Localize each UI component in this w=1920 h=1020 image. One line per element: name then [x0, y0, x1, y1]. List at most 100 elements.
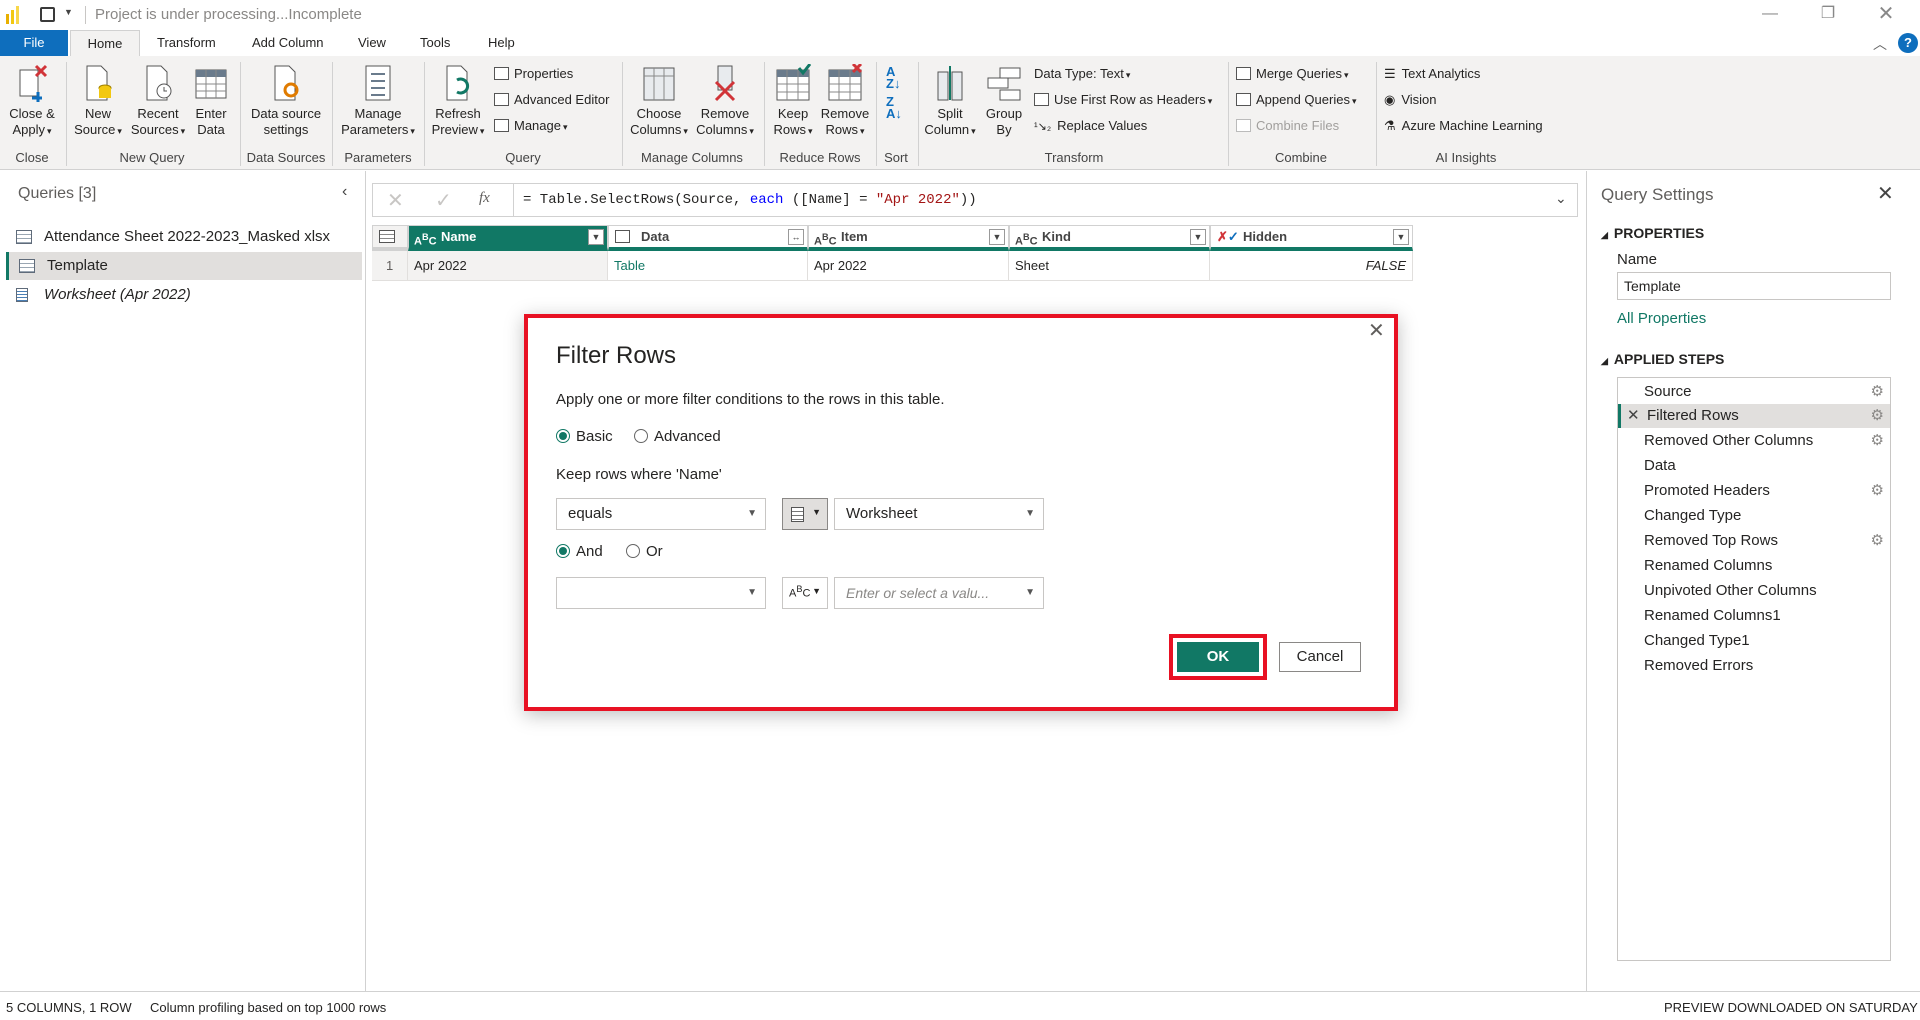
filter-dropdown-icon[interactable]: ▼ — [588, 229, 604, 245]
properties-section-header[interactable]: ◢ PROPERTIES — [1601, 225, 1704, 241]
operator-dropdown-2[interactable]: ▼ — [556, 577, 766, 609]
column-header-data[interactable]: Data ↔ — [608, 225, 808, 251]
status-profiling[interactable]: Column profiling based on top 1000 rows — [150, 1000, 386, 1015]
advanced-radio[interactable]: Advanced — [634, 428, 721, 445]
save-icon[interactable] — [40, 7, 55, 22]
table-menu-button[interactable] — [372, 225, 408, 251]
minimize-icon[interactable]: — — [1760, 4, 1780, 24]
gear-icon[interactable]: ⚙ — [1871, 429, 1884, 453]
applied-step[interactable]: Source ⚙ — [1618, 380, 1890, 404]
applied-step[interactable]: Changed Type — [1618, 504, 1890, 528]
applied-step[interactable]: Renamed Columns1 — [1618, 604, 1890, 628]
new-source-button[interactable]: New Source ▾ — [70, 64, 126, 139]
tab-tools[interactable]: Tools — [410, 30, 460, 56]
applied-step[interactable]: Removed Errors — [1618, 654, 1890, 678]
tab-view[interactable]: View — [348, 30, 396, 56]
quick-access-dropdown-icon[interactable]: ▼ — [64, 7, 73, 17]
table-cell[interactable]: Apr 2022 — [408, 251, 608, 281]
applied-step[interactable]: Data — [1618, 454, 1890, 478]
confirm-formula-icon[interactable]: ✓ — [435, 188, 452, 213]
collapse-ribbon-icon[interactable]: ︿ — [1873, 34, 1887, 54]
group-by-button[interactable]: Group By — [980, 64, 1028, 138]
all-properties-link[interactable]: All Properties — [1617, 310, 1706, 327]
applied-step[interactable]: Removed Top Rows ⚙ — [1618, 529, 1890, 553]
basic-radio[interactable]: Basic — [556, 428, 613, 445]
expand-column-icon[interactable]: ↔ — [788, 229, 804, 245]
choose-columns-button[interactable]: Choose Columns ▾ — [626, 64, 692, 139]
merge-queries-button[interactable]: Merge Queries ▾ — [1236, 64, 1349, 84]
append-queries-button[interactable]: Append Queries ▾ — [1236, 90, 1356, 110]
gear-icon[interactable]: ⚙ — [1871, 404, 1884, 428]
value-input-2[interactable]: Enter or select a valu... ▼ — [834, 577, 1044, 609]
help-icon[interactable]: ? — [1898, 33, 1918, 53]
text-analytics-button[interactable]: ☰ Text Analytics — [1384, 64, 1480, 84]
recent-sources-button[interactable]: Recent Sources ▾ — [128, 64, 188, 139]
value-type-dropdown-1[interactable]: ▼ — [782, 498, 828, 530]
close-apply-button[interactable]: Close & Apply ▾ — [4, 64, 60, 139]
column-dropdown-icon[interactable]: ▼ — [1190, 229, 1206, 245]
value-dropdown-1[interactable]: Worksheet ▼ — [834, 498, 1044, 530]
column-header-kind[interactable]: ABC Kind ▼ — [1009, 225, 1210, 251]
query-item[interactable]: Attendance Sheet 2022-2023_Masked xlsx — [6, 223, 362, 251]
tab-file[interactable]: File — [0, 30, 68, 56]
applied-step-selected[interactable]: ✕ Filtered Rows ⚙ — [1618, 404, 1890, 428]
enter-data-button[interactable]: Enter Data — [188, 64, 234, 138]
fx-icon[interactable]: fx — [479, 190, 490, 207]
tab-add-column[interactable]: Add Column — [242, 30, 334, 56]
table-cell[interactable]: FALSE — [1210, 251, 1413, 281]
applied-step[interactable]: Renamed Columns — [1618, 554, 1890, 578]
keep-rows-button[interactable]: Keep Rows ▾ — [768, 64, 818, 139]
tab-transform[interactable]: Transform — [147, 30, 226, 56]
manage-button[interactable]: Manage ▾ — [494, 116, 568, 136]
remove-rows-button[interactable]: Remove Rows ▾ — [818, 64, 872, 139]
table-cell[interactable]: Sheet — [1009, 251, 1210, 281]
operator-dropdown-1[interactable]: equals ▼ — [556, 498, 766, 530]
formula-text[interactable]: = Table.SelectRows(Source, each ([Name] … — [523, 192, 977, 208]
replace-values-button[interactable]: ¹↘₂ Replace Values — [1034, 116, 1147, 136]
tab-help[interactable]: Help — [478, 30, 525, 56]
query-item[interactable]: Worksheet (Apr 2022) — [6, 281, 362, 309]
sort-descending-icon[interactable]: Z A↓ — [886, 95, 902, 120]
tab-home[interactable]: Home — [70, 30, 140, 56]
column-header-name[interactable]: ABC Name ▼ — [408, 225, 608, 251]
applied-step[interactable]: Changed Type1 — [1618, 629, 1890, 653]
applied-step[interactable]: Promoted Headers ⚙ — [1618, 479, 1890, 503]
dialog-close-icon[interactable]: ✕ — [1368, 318, 1385, 343]
gear-icon[interactable]: ⚙ — [1871, 380, 1884, 404]
ok-button[interactable]: OK — [1177, 642, 1259, 672]
or-radio[interactable]: Or — [626, 543, 663, 560]
table-cell[interactable]: Apr 2022 — [808, 251, 1009, 281]
properties-button[interactable]: Properties — [494, 64, 573, 84]
cancel-formula-icon[interactable]: ✕ — [387, 188, 404, 213]
advanced-editor-button[interactable]: Advanced Editor — [494, 90, 609, 110]
applied-steps-header[interactable]: ◢ APPLIED STEPS — [1601, 351, 1724, 367]
collapse-pane-icon[interactable]: ‹ — [342, 183, 347, 201]
gear-icon[interactable]: ⚙ — [1871, 479, 1884, 503]
data-type-dropdown[interactable]: Data Type: Text ▾ — [1034, 64, 1130, 84]
applied-step[interactable]: Unpivoted Other Columns — [1618, 579, 1890, 603]
cancel-button[interactable]: Cancel — [1279, 642, 1361, 672]
sort-ascending-icon[interactable]: A Z↓ — [886, 65, 900, 90]
column-header-hidden[interactable]: ✗✓ Hidden ▼ — [1210, 225, 1413, 251]
data-source-settings-button[interactable]: Data source settings — [244, 64, 328, 138]
column-header-item[interactable]: ABC Item ▼ — [808, 225, 1009, 251]
value-type-dropdown-2[interactable]: ABC ▼ — [782, 577, 828, 609]
remove-columns-button[interactable]: Remove Columns ▾ — [692, 64, 758, 139]
split-column-button[interactable]: Split Column ▾ — [922, 64, 978, 139]
close-window-icon[interactable]: ✕ — [1876, 4, 1896, 24]
table-cell-link[interactable]: Table — [608, 251, 808, 281]
combine-files-button[interactable]: Combine Files — [1236, 116, 1339, 136]
expand-formula-icon[interactable]: ⌄ — [1555, 190, 1567, 207]
restore-icon[interactable]: ❐ — [1818, 4, 1838, 24]
and-radio[interactable]: And — [556, 543, 603, 560]
azure-ml-button[interactable]: ⚗ Azure Machine Learning — [1384, 116, 1543, 136]
query-item-selected[interactable]: Template — [6, 252, 362, 280]
manage-parameters-button[interactable]: Manage Parameters ▾ — [336, 64, 420, 139]
refresh-preview-button[interactable]: Refresh Preview ▾ — [428, 64, 488, 139]
column-dropdown-icon[interactable]: ▼ — [1393, 229, 1409, 245]
applied-step[interactable]: Removed Other Columns ⚙ — [1618, 429, 1890, 453]
use-first-row-headers-button[interactable]: Use First Row as Headers ▾ — [1034, 90, 1212, 110]
query-name-input[interactable]: Template — [1617, 272, 1891, 300]
delete-step-icon[interactable]: ✕ — [1627, 404, 1640, 428]
gear-icon[interactable]: ⚙ — [1871, 529, 1884, 553]
